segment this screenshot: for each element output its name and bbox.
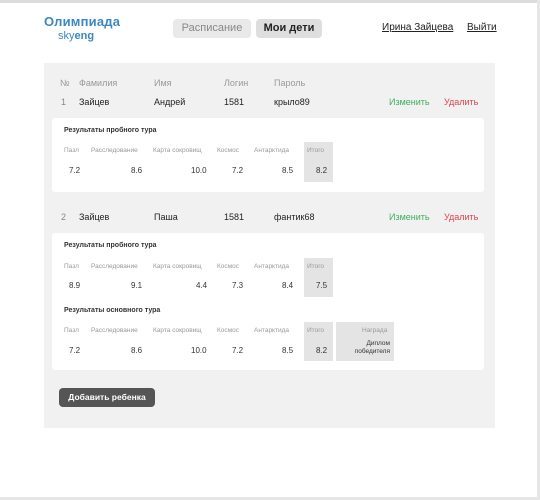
col-total: Итого <box>307 327 325 334</box>
score-research: 8.6 <box>131 166 143 175</box>
tab-schedule[interactable]: Расписание <box>173 19 251 38</box>
score-puzzle: 7.2 <box>69 346 81 355</box>
child-login: 1581 <box>224 212 245 222</box>
col-puzzle: Пазл <box>64 327 79 334</box>
score-space: 7.2 <box>232 346 244 355</box>
delete-child-button[interactable]: Удалить <box>444 97 478 107</box>
main-results-title: Результаты основного тура <box>64 307 161 314</box>
award-value: Диплом победителя <box>338 340 390 356</box>
score-puzzle: 7.2 <box>69 166 81 175</box>
col-award: Награда <box>362 327 388 334</box>
score-research: 9.1 <box>131 281 143 290</box>
child-password: крыло89 <box>274 97 310 107</box>
col-space: Космос <box>217 327 239 334</box>
tab-my-children[interactable]: Мои дети <box>256 19 322 38</box>
score-treasure-map: 10.0 <box>191 166 207 175</box>
logout-link[interactable]: Выйти <box>467 22 497 33</box>
logo-subtitle: skyeng <box>58 30 120 42</box>
logo-sub-a: sky <box>58 30 75 42</box>
col-research: Расследование <box>91 263 138 270</box>
col-treasure-map: Карта сокровищ <box>153 263 202 270</box>
col-header-first-name: Имя <box>154 78 172 88</box>
col-header-login: Логин <box>224 78 249 88</box>
score-antarctica: 8.4 <box>282 281 294 290</box>
add-child-button[interactable]: Добавить ребенка <box>59 388 155 407</box>
col-header-password: Пароль <box>274 78 306 88</box>
col-antarctica: Антарктида <box>254 263 289 270</box>
col-antarctica: Антарктида <box>254 147 289 154</box>
col-space: Космос <box>217 147 239 154</box>
logo[interactable]: Олимпиада skyeng <box>44 14 120 42</box>
score-puzzle: 8.9 <box>69 281 81 290</box>
col-header-num: № <box>60 78 70 88</box>
logo-title: Олимпиада <box>44 14 121 29</box>
delete-child-button[interactable]: Удалить <box>444 212 478 222</box>
results-card-child-2 <box>52 233 484 370</box>
score-treasure-map: 10.0 <box>191 346 207 355</box>
logo-sub-b: eng <box>74 30 95 42</box>
col-treasure-map: Карта сокровищ <box>153 147 202 154</box>
edit-child-button[interactable]: Изменить <box>389 212 430 222</box>
trial-results-title: Результаты пробного тура <box>64 242 157 249</box>
score-total: 7.5 <box>316 281 328 290</box>
col-space: Космос <box>217 263 239 270</box>
child-password: фантик68 <box>274 212 315 222</box>
edit-child-button[interactable]: Изменить <box>389 97 430 107</box>
row-number: 2 <box>61 212 67 222</box>
user-profile-link[interactable]: Ирина Зайцева <box>382 22 453 33</box>
col-research: Расследование <box>91 327 138 334</box>
score-total: 8.2 <box>316 346 328 355</box>
trial-results-title: Результаты пробного тура <box>64 127 157 134</box>
score-space: 7.2 <box>232 166 244 175</box>
child-login: 1581 <box>224 97 245 107</box>
score-research: 8.6 <box>131 346 143 355</box>
score-total: 8.2 <box>316 166 328 175</box>
col-antarctica: Антарктида <box>254 327 289 334</box>
col-total: Итого <box>307 147 325 154</box>
score-space: 7.3 <box>232 281 244 290</box>
top-border <box>0 0 540 3</box>
child-first-name: Андрей <box>154 97 186 107</box>
award-line-2: победителя <box>354 348 390 355</box>
col-research: Расследование <box>91 147 138 154</box>
col-header-last-name: Фамилия <box>79 78 118 88</box>
score-antarctica: 8.5 <box>282 166 294 175</box>
col-treasure-map: Карта сокровищ <box>153 327 202 334</box>
col-puzzle: Пазл <box>64 263 79 270</box>
award-line-1: Диплом <box>366 340 390 347</box>
col-puzzle: Пазл <box>64 147 79 154</box>
child-last-name: Зайцев <box>79 97 110 107</box>
row-number: 1 <box>61 97 67 107</box>
child-first-name: Паша <box>154 212 178 222</box>
score-treasure-map: 4.4 <box>196 281 208 290</box>
score-antarctica: 8.5 <box>282 346 294 355</box>
col-total: Итого <box>307 263 325 270</box>
child-last-name: Зайцев <box>79 212 110 222</box>
